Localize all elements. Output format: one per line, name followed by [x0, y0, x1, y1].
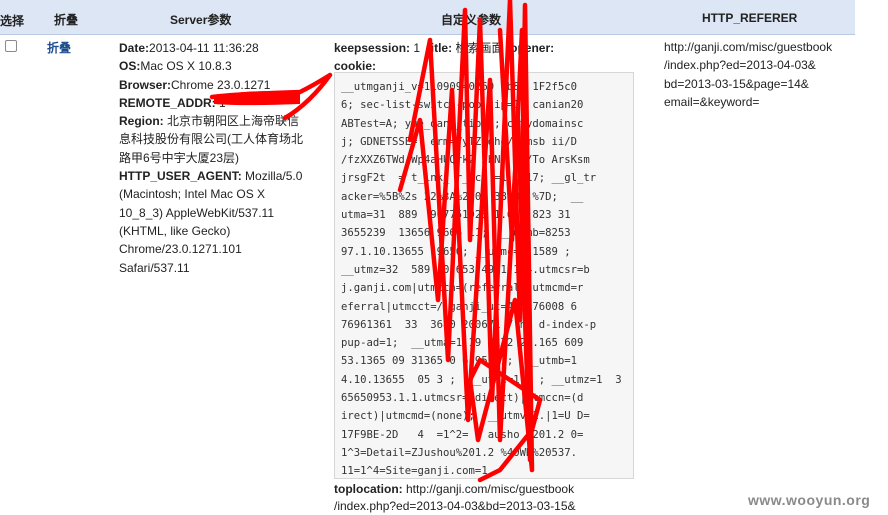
- http-referer-cell: http://ganji.com/misc/guestbook/index.ph…: [664, 38, 854, 111]
- user-agent-line: Mozilla/5.0: [241, 169, 303, 184]
- user-agent-line: Safari/537.11: [119, 260, 190, 275]
- cookie-line: 6; sec-list-switch-pop tip=1; canian20: [341, 99, 584, 112]
- cookie-line: pup-ad=1; __utma=1 19 8172 21.165 609: [341, 337, 584, 350]
- region-line: 路甲6号中宇大厦23层): [119, 150, 240, 165]
- cookie-line: 11=1^4=Site=ganji.com=1: [341, 465, 488, 478]
- header-gap: [855, 0, 888, 34]
- custom-params-cell: keepsession: 1 title: 检索画面 opener: cooki…: [334, 39, 634, 75]
- keepsession-label: keepsession:: [334, 41, 411, 55]
- remote-addr-value: 1: [219, 95, 226, 110]
- cookie-line: __utmganji_v=110909=0260 7b88 1F2f5c0: [341, 81, 577, 93]
- header-select: 选择: [0, 14, 25, 28]
- browser-label: Browser:: [119, 77, 172, 92]
- toplocation-line: http://ganji.com/misc/guestbook: [406, 482, 575, 496]
- header-custom-params: 自定义参数: [441, 13, 502, 27]
- user-agent-line: 10_8_3) AppleWebKit/537.11: [119, 205, 275, 220]
- cookie-line: 97.1.10.13655 9656; __utmc=2 1589 ;: [341, 245, 571, 258]
- cookie-line: 17F9BE-2D 4 =1^2= ausho 201.2 0=: [341, 428, 584, 441]
- cookie-line: acker=%5B%2s 22%3A%2106 38931 %7D; __: [341, 190, 584, 203]
- cookie-line: 65650953.1.1.utmcsr=(direct)|utmccn=(d: [341, 392, 584, 405]
- toplocation-field: toplocation: http://ganji.com/misc/guest…: [334, 481, 634, 515]
- cookie-line: __utmz=32 589 0 653 4941.1.4.utmcsr=b: [341, 263, 590, 276]
- region-line: 北京市朝阳区上海帝联信: [167, 114, 300, 129]
- os-label: OS:: [119, 59, 141, 74]
- cookie-line: /fzXXZ6TWd Wp4aHUQrk2 5bNr /6/To ArsKsm: [341, 154, 590, 167]
- title-value: 检索画面: [455, 41, 504, 55]
- cookie-line: j; GDNETSSE= erm=VyTZ2dhe/ /msb ii/D: [341, 135, 577, 148]
- header-server-params: Server参数: [170, 13, 232, 27]
- user-agent-line: (Macintosh; Intel Mac OS X: [119, 187, 266, 202]
- row-select-checkbox[interactable]: [5, 40, 17, 52]
- cookie-line: utma=31 889 907751923 1.636 823 31: [341, 209, 571, 222]
- os-value: Mac OS X 10.8.3: [140, 59, 232, 74]
- cookie-line: j.ganji.com|utmccn=(referral)|utmcmd=r: [341, 282, 584, 295]
- toplocation-label: toplocation:: [334, 482, 403, 496]
- date-label: Date:: [119, 41, 150, 55]
- date-value: 2013-04-11 11:36:28: [149, 41, 259, 55]
- server-params-cell: Date:2013-04-11 11:36:28 OS:Mac OS X 10.…: [119, 39, 314, 277]
- cookie-line: 4.10.13655 05 3 ; __utmc=1 6 ; __utmz=1 …: [341, 373, 622, 386]
- referer-line: bd=2013-03-15&page=14&: [664, 76, 809, 91]
- cookie-value-box[interactable]: __utmganji_v=110909=0260 7b88 1F2f5c0 6; …: [334, 72, 634, 479]
- user-agent-line: Chrome/23.0.1271.101: [119, 242, 242, 257]
- cookie-line: jrsgF2t = t_ink_ r_acc =1 1917; __gl_tr: [341, 172, 597, 185]
- region-label: Region:: [119, 114, 164, 129]
- opener-label: opener:: [510, 41, 555, 55]
- referer-line: email=&keyword=: [664, 94, 760, 109]
- fold-link[interactable]: 折叠: [47, 39, 71, 56]
- referer-line: /index.php?ed=2013-04-03&: [664, 58, 816, 73]
- cookie-line: 76961361 33 3680 200671 7 he d-index-p: [341, 318, 597, 331]
- user-agent-line: (KHTML, like Gecko): [119, 223, 231, 238]
- cookie-line: irect)|utmcmd=(none); __utmv=1.|1=U D=: [341, 410, 590, 423]
- cookie-line: ABTest=A; yue_dang_tip=1; citydomainsc: [341, 117, 584, 130]
- referer-line: http://ganji.com/misc/guestbook: [664, 40, 833, 54]
- remote-addr-label: REMOTE_ADDR:: [119, 95, 216, 110]
- browser-value: Chrome 23.0.1271: [171, 77, 271, 92]
- watermark-text: www.wooyun.org: [748, 492, 871, 508]
- table-header: 选择 折叠 Server参数 自定义参数 HTTP_REFERER: [0, 0, 855, 35]
- cookie-line: 3655239 13656 9666 11; __utmb=8253: [341, 227, 571, 240]
- header-http-referer: HTTP_REFERER: [702, 11, 798, 25]
- region-line: 息科技股份有限公司(工人体育场北: [119, 132, 303, 147]
- keepsession-value: 1: [413, 41, 421, 55]
- cookie-line: 53.1365 09 31365 0 6 953.1; __utmb=1: [341, 355, 577, 368]
- cookie-line: 1^3=Detail=ZJushou%201.2 %40WK%20537.: [341, 446, 577, 459]
- user-agent-label: HTTP_USER_AGENT:: [119, 169, 242, 184]
- cookie-line: eferral|utmcct=/ ganji_ut=493 76008 6: [341, 300, 577, 313]
- header-fold: 折叠: [54, 13, 79, 27]
- title-label: title:: [426, 41, 453, 55]
- toplocation-line: /index.php?ed=2013-04-03&bd=2013-03-15&: [334, 499, 576, 513]
